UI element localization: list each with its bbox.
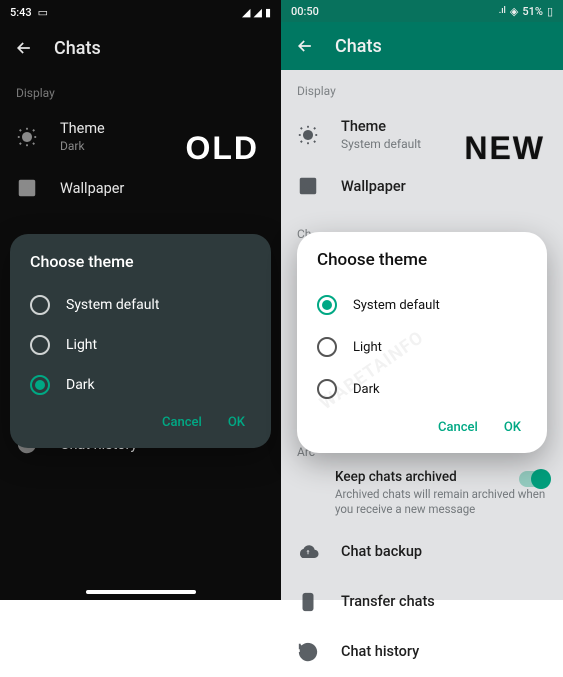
- wallpaper-icon: [16, 177, 38, 199]
- history-icon: [297, 641, 319, 663]
- cell-icon: .ıl: [499, 6, 506, 16]
- theme-dialog: Choose theme System default Light Dark C…: [297, 232, 547, 453]
- back-icon[interactable]: [295, 36, 315, 56]
- keep-archived-toggle[interactable]: [519, 471, 549, 487]
- cancel-button[interactable]: Cancel: [162, 415, 202, 430]
- option-label: Light: [353, 340, 382, 355]
- option-light[interactable]: Light: [317, 326, 527, 368]
- chat-history-label: Chat history: [341, 643, 419, 660]
- ok-button[interactable]: OK: [228, 415, 245, 430]
- wallpaper-label: Wallpaper: [60, 180, 124, 197]
- app-bar: Chats: [281, 22, 563, 70]
- theme-value: Dark: [60, 139, 105, 153]
- theme-label: Theme: [341, 118, 421, 135]
- radio-icon: [30, 335, 50, 355]
- radio-icon: [317, 337, 337, 357]
- phone-transfer-icon: [297, 591, 319, 613]
- status-bar: 00:50 .ıl ◈ 51% ▯: [281, 0, 563, 22]
- page-title: Chats: [54, 38, 101, 59]
- dialog-title: Choose theme: [30, 252, 251, 271]
- transfer-chats-row[interactable]: Transfer chats: [281, 577, 563, 627]
- option-label: System default: [66, 297, 159, 313]
- wallpaper-label: Wallpaper: [341, 178, 406, 195]
- theme-dialog: Choose theme System default Light Dark C…: [10, 234, 271, 448]
- ok-button[interactable]: OK: [504, 420, 521, 435]
- option-label: System default: [353, 298, 440, 313]
- comparison-label-new: NEW: [464, 130, 545, 167]
- status-time: 00:50: [291, 5, 319, 18]
- wifi-icon: ◈: [510, 5, 518, 18]
- keep-archived-label: Keep chats archived: [335, 469, 547, 485]
- pip-icon: ▭: [38, 6, 48, 19]
- cell-icon: ◢: [253, 6, 260, 19]
- theme-icon: [16, 126, 38, 148]
- home-indicator[interactable]: [86, 590, 196, 594]
- wifi-icon: ◢: [242, 6, 249, 19]
- option-dark[interactable]: Dark: [30, 365, 251, 405]
- wallpaper-row[interactable]: Wallpaper: [281, 163, 563, 209]
- battery-icon: ▮: [265, 6, 271, 19]
- status-bar: 5:43 ▭ ◢ ◢ ▮: [0, 0, 281, 24]
- section-display: Display: [281, 70, 563, 106]
- wallpaper-icon: [297, 175, 319, 197]
- old-screenshot: 5:43 ▭ ◢ ◢ ▮ Chats Display Theme Dark Wa…: [0, 0, 281, 600]
- section-display: Display: [0, 72, 281, 108]
- option-system-default[interactable]: System default: [30, 285, 251, 325]
- keep-archived-desc: Archived chats will remain archived when…: [335, 487, 547, 517]
- battery-text: 51%: [522, 5, 543, 18]
- battery-icon: ▯: [547, 5, 553, 18]
- dialog-title: Choose theme: [317, 250, 527, 270]
- page-title: Chats: [335, 36, 382, 57]
- option-label: Light: [66, 337, 97, 353]
- chat-history-row[interactable]: Chat history: [281, 627, 563, 677]
- chat-backup-row[interactable]: Chat backup: [281, 527, 563, 577]
- comparison-label-old: OLD: [185, 130, 259, 167]
- theme-label: Theme: [60, 120, 105, 137]
- option-light[interactable]: Light: [30, 325, 251, 365]
- transfer-chats-label: Transfer chats: [341, 593, 435, 610]
- cancel-button[interactable]: Cancel: [438, 420, 478, 435]
- chat-backup-label: Chat backup: [341, 543, 422, 560]
- keep-archived-row[interactable]: Keep chats archived Archived chats will …: [281, 461, 563, 527]
- option-label: Dark: [66, 377, 95, 393]
- app-bar: Chats: [0, 24, 281, 72]
- option-system-default[interactable]: System default: [317, 284, 527, 326]
- theme-value: System default: [341, 137, 421, 151]
- new-screenshot: 00:50 .ıl ◈ 51% ▯ Chats Display Theme Sy…: [281, 0, 563, 600]
- radio-icon-selected: [30, 375, 50, 395]
- option-dark[interactable]: Dark: [317, 368, 527, 410]
- wallpaper-row[interactable]: Wallpaper: [0, 165, 281, 211]
- cloud-upload-icon: [297, 541, 319, 563]
- radio-icon: [30, 295, 50, 315]
- theme-icon: [297, 124, 319, 146]
- back-icon[interactable]: [14, 38, 34, 58]
- status-time: 5:43: [10, 6, 32, 19]
- radio-icon: [317, 379, 337, 399]
- radio-icon-selected: [317, 295, 337, 315]
- option-label: Dark: [353, 382, 380, 397]
